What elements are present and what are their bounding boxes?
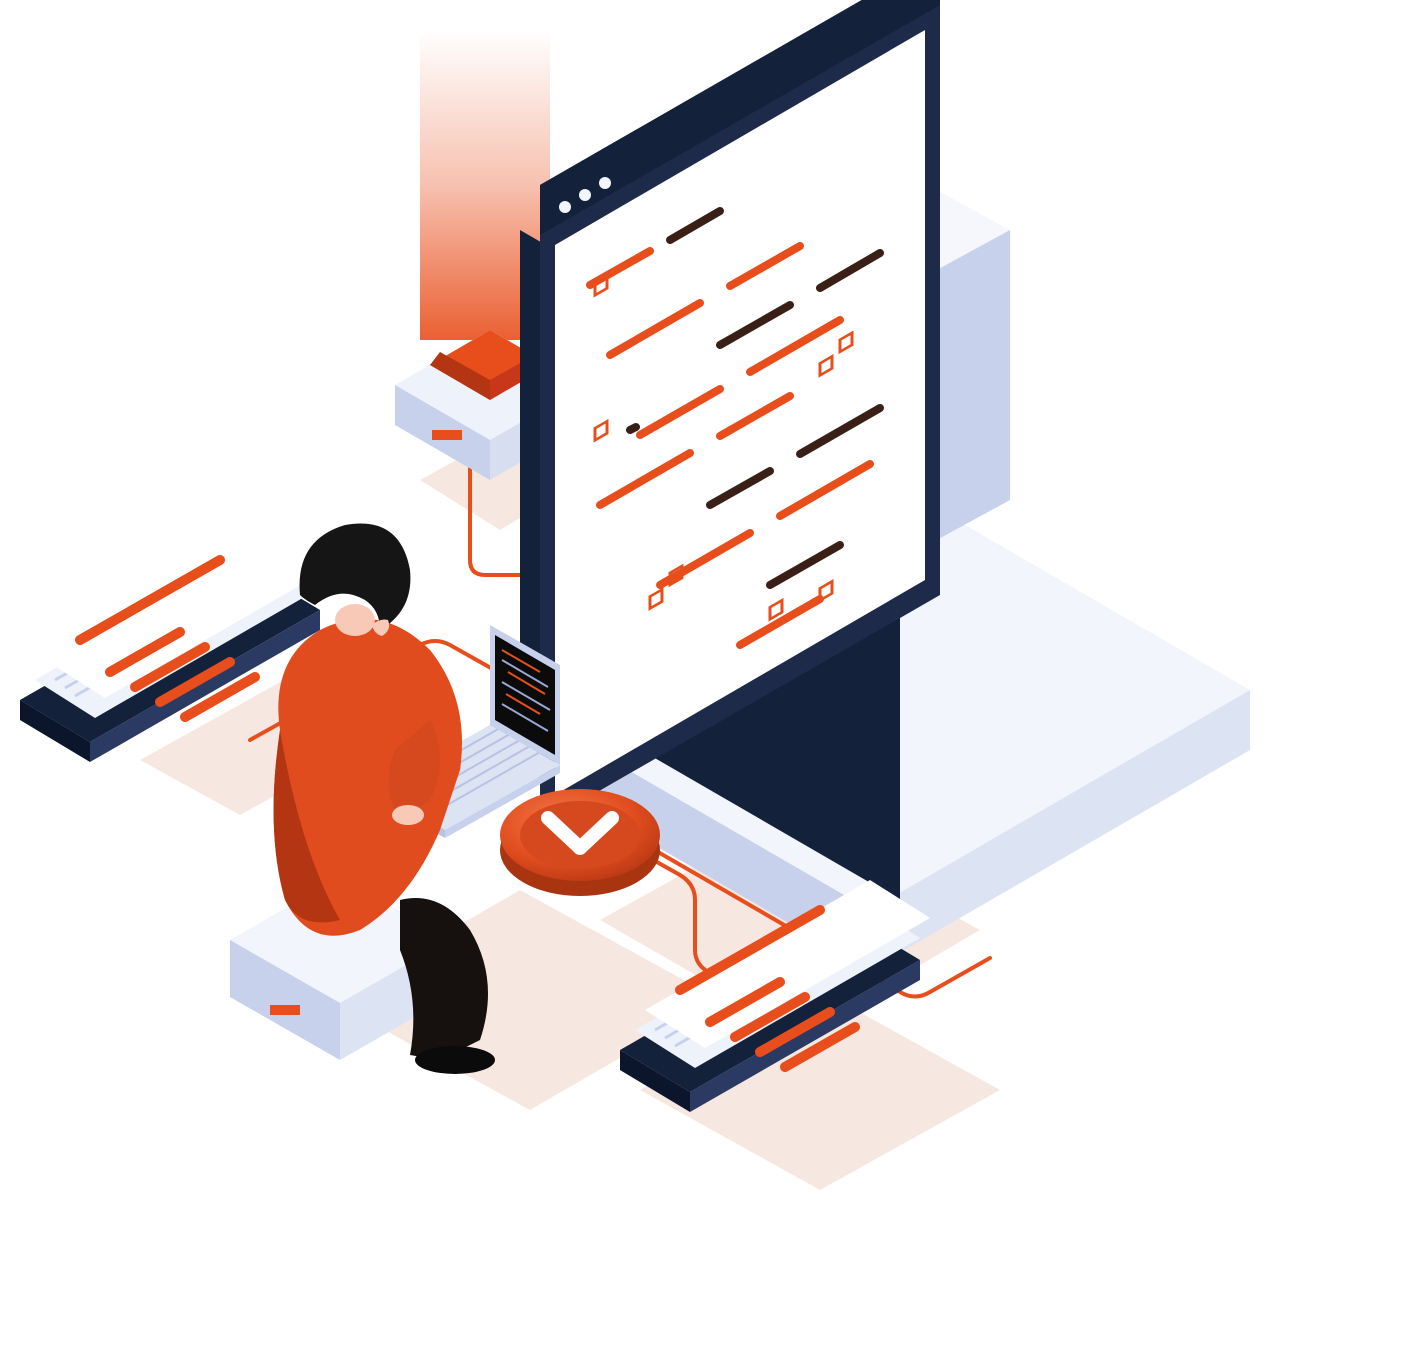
isometric-illustration: [0, 0, 1402, 1348]
check-button: [500, 789, 660, 896]
